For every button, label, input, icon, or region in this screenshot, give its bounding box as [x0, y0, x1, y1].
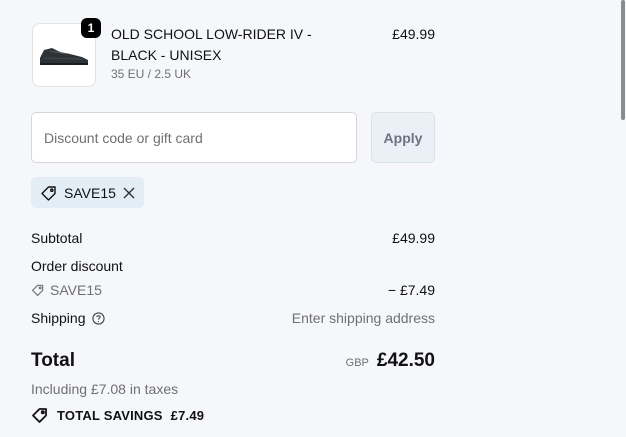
shipping-value: Enter shipping address	[291, 310, 435, 326]
currency-code: GBP	[345, 357, 369, 369]
discount-code-input[interactable]	[31, 112, 357, 163]
discount-code-row: SAVE15 − £7.49	[31, 282, 435, 298]
applied-discount-chip: SAVE15	[31, 177, 144, 208]
tag-icon	[31, 406, 49, 424]
total-savings-value: £7.49	[170, 407, 205, 423]
close-icon[interactable]	[123, 187, 135, 199]
help-icon[interactable]	[91, 311, 105, 325]
product-variant: 35 EU / 2.5 UK	[111, 67, 192, 81]
scrollbar-thumb[interactable]	[621, 0, 625, 120]
discount-value: − £7.49	[387, 282, 435, 298]
scrollbar[interactable]	[620, 0, 626, 120]
discount-code-label: SAVE15	[50, 282, 102, 298]
total-row: Total GBP £42.50	[31, 348, 435, 374]
subtotal-label: Subtotal	[31, 230, 83, 246]
total-amount: £42.50	[376, 350, 435, 371]
product-thumbnail-wrapper: 1	[32, 18, 101, 87]
shipping-row: Shipping Enter shipping address	[31, 310, 435, 326]
order-discount-row: Order discount	[31, 258, 435, 274]
total-savings: TOTAL SAVINGS £7.49	[31, 406, 204, 424]
sneaker-icon	[40, 48, 88, 65]
tag-icon	[40, 184, 58, 202]
applied-discount-code: SAVE15	[64, 184, 116, 201]
tag-icon	[31, 283, 45, 297]
quantity-badge: 1	[81, 18, 101, 38]
subtotal-value: £49.99	[392, 230, 435, 246]
order-discount-label: Order discount	[31, 258, 123, 274]
product-name: OLD SCHOOL LOW-RIDER IV - BLACK - UNISEX	[111, 26, 312, 63]
apply-discount-button[interactable]: Apply	[371, 112, 435, 163]
total-savings-label: TOTAL SAVINGS	[57, 407, 163, 423]
remove-discount-button[interactable]	[123, 187, 135, 199]
product-price: £49.99	[392, 26, 435, 42]
shipping-label: Shipping	[31, 310, 86, 326]
order-summary-panel: 1 OLD SCHOOL LOW-RIDER IV - BLACK - UNIS…	[0, 0, 626, 437]
total-label: Total	[31, 350, 75, 371]
subtotal-row: Subtotal £49.99	[31, 230, 435, 246]
taxes-note: Including £7.08 in taxes	[31, 381, 179, 397]
